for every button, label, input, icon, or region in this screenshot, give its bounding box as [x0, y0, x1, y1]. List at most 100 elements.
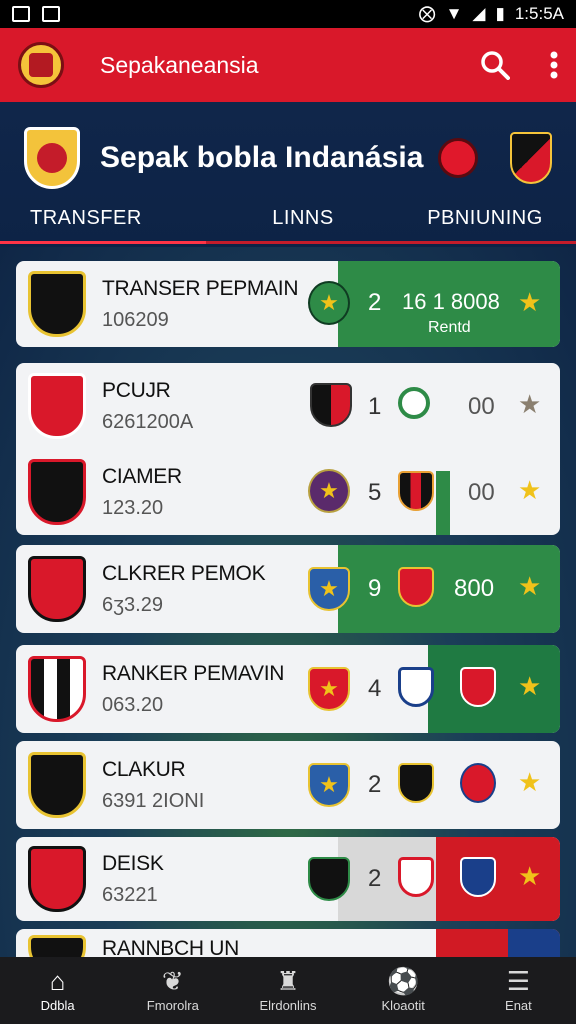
list-item[interactable]: RANKER PEMAVIN 063.20 ★ 4 ★ [16, 645, 560, 733]
nav-home[interactable]: ⌂ Ddbla [0, 957, 115, 1024]
club-badge-icon [310, 383, 352, 427]
club-badge-icon [398, 567, 434, 607]
player-value: 63221 [102, 883, 158, 906]
transfer-list: TRANSER PEPMAIN 106209 ★ 2 16 1 8008 Ren… [0, 247, 576, 957]
list-item[interactable]: PCUJR 6261200A 1 00 ★ [16, 363, 560, 449]
list-item[interactable]: CIAMER 123.20 ★ 5 00 ★ [16, 449, 560, 535]
score-caption: Rentd [428, 319, 471, 336]
status-time: 1:5:5A [514, 4, 564, 23]
score-panel [436, 837, 560, 921]
list-card[interactable]: CLKRER PEMOK 6ʒ3.29 ★ 9 800 ★ [16, 545, 560, 633]
club-crest-icon [28, 556, 86, 622]
player-value: 063.20 [102, 693, 164, 716]
row-number: 2 [368, 289, 382, 316]
trophy-icon: ♜ [276, 966, 300, 996]
player-name: CIAMER [102, 464, 182, 488]
search-icon[interactable] [480, 50, 510, 80]
list-card[interactable]: PCUJR 6261200A 1 00 ★ CIAMER 123.20 ★ 5 … [16, 363, 560, 535]
tab-linns[interactable]: LINNS [212, 207, 394, 230]
hero-title: Sepak bobla Indanásia [100, 141, 424, 174]
app-bar: Sepakaneansia [0, 28, 576, 102]
favorite-star-icon[interactable]: ★ [518, 767, 541, 798]
list-item[interactable]: TRANSER PEPMAIN 106209 ★ 2 16 1 8008 Ren… [16, 261, 560, 347]
player-value: 106209 [102, 308, 169, 331]
club-logo-icon[interactable] [438, 138, 478, 178]
favorite-star-icon[interactable]: ★ [518, 571, 541, 602]
score-value: 16 1 8008 [402, 289, 500, 314]
tab-pbniuning[interactable]: PBNIUNING [394, 207, 576, 230]
image-icon [42, 6, 60, 22]
list-item[interactable]: DEISK 63221 2 ★ [16, 837, 560, 921]
club-crest-icon [28, 752, 86, 818]
club-crest-icon [28, 459, 86, 525]
club-crest-icon[interactable] [510, 132, 552, 184]
player-value: 123.20 [102, 496, 164, 519]
row-number: 2 [368, 865, 382, 892]
bottom-nav: ⌂ Ddbla ❦ Fmorolra ♜ Elrdonlins ⚽ Kloaot… [0, 957, 576, 1024]
nav-matches[interactable]: ⚽ Kloaotit [346, 957, 461, 1024]
star-badge-icon: ★ [308, 763, 350, 807]
star-badge-icon: ★ [308, 281, 350, 325]
club-crest-icon [28, 935, 86, 957]
club-badge-icon [460, 763, 496, 803]
favorite-star-icon[interactable]: ★ [518, 287, 541, 318]
club-badge-icon [308, 857, 350, 901]
nav-menu[interactable]: ☰ Enat [461, 957, 576, 1024]
list-card[interactable]: DEISK 63221 2 ★ [16, 837, 560, 921]
status-bar: ⨂ ▼ ◢ ▮ 1:5:5A [0, 0, 576, 28]
club-badge-icon [460, 667, 496, 707]
row-number: 9 [368, 575, 382, 602]
app-title: Sepakaneansia [100, 51, 259, 78]
star-badge-icon: ★ [308, 667, 350, 711]
list-card[interactable]: RANNBCH UN [16, 929, 560, 957]
list-item[interactable]: CLAKUR 6391 2IONI ★ 2 ★ [16, 741, 560, 829]
row-number: 1 [368, 393, 382, 420]
nav-competitions[interactable]: ♜ Elrdonlins [230, 957, 345, 1024]
league-crest-icon [24, 127, 80, 189]
favorite-star-icon[interactable]: ★ [518, 861, 541, 892]
row-number: 5 [368, 479, 382, 506]
score-value: 00 [468, 479, 495, 506]
player-name: CLKRER PEMOK [102, 561, 266, 585]
club-crest-icon [28, 656, 86, 722]
favorite-star-icon[interactable]: ★ [518, 389, 541, 420]
club-badge-icon [398, 763, 434, 803]
list-card[interactable]: TRANSER PEPMAIN 106209 ★ 2 16 1 8008 Ren… [16, 261, 560, 347]
player-value: 6391 2IONI [102, 789, 205, 812]
home-icon: ⌂ [49, 966, 66, 996]
star-badge-icon: ★ [308, 469, 350, 513]
score-value: 800 [454, 575, 495, 602]
leaf-icon: ❦ [161, 966, 184, 996]
more-vert-icon[interactable] [550, 51, 558, 79]
nav-favorites[interactable]: ❦ Fmorolra [115, 957, 230, 1024]
player-name: CLAKUR [102, 757, 186, 781]
favorite-star-icon[interactable]: ★ [518, 475, 541, 506]
battery-icon: ▮ [495, 4, 505, 23]
player-name: RANNBCH UN [102, 937, 240, 957]
app-logo[interactable] [18, 42, 64, 88]
club-crest-icon [28, 373, 86, 439]
tab-transfer[interactable]: TRANSFER [0, 207, 212, 230]
signal-icon: ◢ [472, 4, 486, 23]
player-name: RANKER PEMAVIN [102, 661, 285, 685]
club-badge-icon [460, 857, 496, 897]
list-item[interactable]: CLKRER PEMOK 6ʒ3.29 ★ 9 800 ★ [16, 545, 560, 633]
star-badge-icon: ★ [308, 567, 350, 611]
player-value: 6ʒ3.29 [102, 593, 163, 616]
player-value: 6261200A [102, 410, 194, 433]
wifi-icon: ▼ [445, 4, 463, 23]
club-crest-icon [28, 271, 86, 337]
player-name: DEISK [102, 851, 164, 875]
menu-icon: ☰ [506, 966, 531, 996]
ball-badge-icon: ⚽ [387, 966, 420, 996]
club-badge-icon [398, 471, 434, 511]
list-card[interactable]: CLAKUR 6391 2IONI ★ 2 ★ [16, 741, 560, 829]
tab-bar: TRANSFER LINNS PBNIUNING [0, 192, 576, 244]
player-name: PCUJR [102, 378, 171, 402]
notification-icon [12, 6, 30, 22]
tab-indicator [0, 241, 576, 244]
club-badge-icon [398, 857, 434, 897]
list-item[interactable]: RANNBCH UN [16, 929, 560, 957]
list-card[interactable]: RANKER PEMAVIN 063.20 ★ 4 ★ [16, 645, 560, 733]
favorite-star-icon[interactable]: ★ [518, 671, 541, 702]
